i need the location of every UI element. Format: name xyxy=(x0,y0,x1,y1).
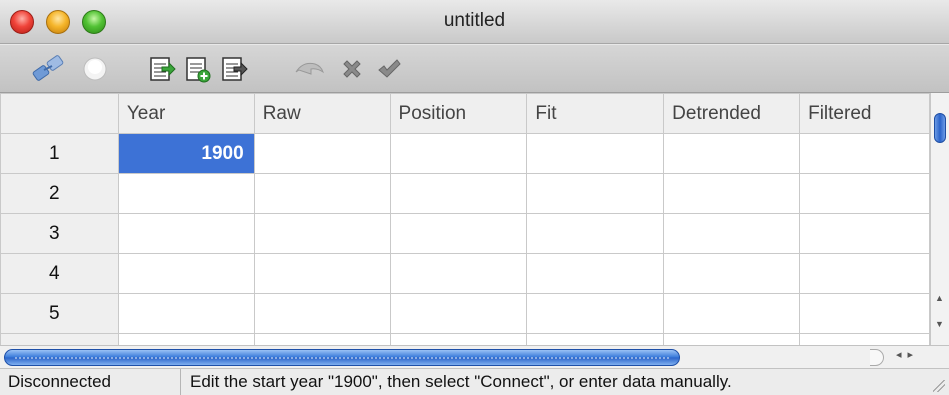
table-cell[interactable] xyxy=(389,293,528,334)
insert-row-icon xyxy=(148,55,176,83)
table-cell[interactable] xyxy=(663,333,801,345)
undo-button[interactable] xyxy=(292,55,326,83)
column-header-raw[interactable]: Raw xyxy=(253,93,391,134)
table-cell[interactable] xyxy=(799,213,930,254)
table-cell[interactable] xyxy=(117,213,255,254)
row-header[interactable]: 5 xyxy=(0,293,119,334)
table-cell[interactable] xyxy=(253,133,391,174)
horizontal-scroll-thumb[interactable] xyxy=(4,349,680,366)
connect-button[interactable] xyxy=(30,51,68,87)
table-cell[interactable] xyxy=(253,293,391,334)
add-row-button[interactable] xyxy=(182,53,214,85)
toolbar xyxy=(0,45,949,93)
column-header-year[interactable]: Year xyxy=(117,93,255,134)
row-header[interactable]: 2 xyxy=(0,173,119,214)
resize-grip-icon[interactable] xyxy=(933,380,945,392)
table-cell[interactable] xyxy=(526,253,665,294)
row-header[interactable]: 6 xyxy=(0,333,119,345)
vertical-scrollbar[interactable]: ▲ ▼ xyxy=(930,93,949,345)
status-divider xyxy=(180,369,181,395)
status-indicator xyxy=(80,54,110,84)
table-cell[interactable] xyxy=(526,173,665,214)
table-row: 4 xyxy=(0,253,930,294)
insert-row-button[interactable] xyxy=(146,53,178,85)
status-message: Edit the start year "1900", then select … xyxy=(190,372,732,391)
table-row: 5 xyxy=(0,293,930,334)
table-row: 6 xyxy=(0,333,930,345)
table-cell[interactable] xyxy=(799,253,930,294)
cancel-button[interactable] xyxy=(338,55,366,83)
table-cell[interactable] xyxy=(253,213,391,254)
table-cell[interactable] xyxy=(663,253,801,294)
table-cell[interactable] xyxy=(799,333,930,345)
scroll-left-right-arrows-icon[interactable]: ◂▸ xyxy=(896,348,919,361)
row-header[interactable]: 4 xyxy=(0,253,119,294)
scroll-up-arrow-icon[interactable]: ▲ xyxy=(935,293,944,303)
table-cell[interactable] xyxy=(117,293,255,334)
delete-row-icon xyxy=(220,55,248,83)
table-row: 1 1900 xyxy=(0,133,930,174)
title-bar: untitled xyxy=(0,0,949,44)
table-cell[interactable] xyxy=(253,173,391,214)
table-row: 2 xyxy=(0,173,930,214)
status-bar: Disconnected Edit the start year "1900",… xyxy=(0,369,949,395)
table-cell[interactable] xyxy=(526,293,665,334)
row-header[interactable]: 1 xyxy=(0,133,119,174)
status-light-icon xyxy=(82,56,108,82)
table-cell[interactable] xyxy=(663,133,801,174)
column-header-detrended[interactable]: Detrended xyxy=(663,93,801,134)
table-cell[interactable] xyxy=(389,253,528,294)
table-cell[interactable] xyxy=(663,293,801,334)
table-cell[interactable] xyxy=(117,253,255,294)
data-grid: Year Raw Position Fit Detrended Filtered… xyxy=(0,93,930,345)
accept-button[interactable] xyxy=(374,55,404,83)
column-header-fit[interactable]: Fit xyxy=(526,93,665,134)
table-cell[interactable] xyxy=(799,173,930,214)
table-cell[interactable] xyxy=(799,293,930,334)
table-cell[interactable] xyxy=(663,173,801,214)
scroll-down-arrow-icon[interactable]: ▼ xyxy=(935,319,944,329)
table-cell[interactable] xyxy=(799,133,930,174)
row-header[interactable]: 3 xyxy=(0,213,119,254)
table-cell[interactable] xyxy=(526,333,665,345)
table-cell[interactable] xyxy=(253,333,391,345)
table-cell[interactable] xyxy=(117,333,255,345)
plug-icon xyxy=(32,54,66,84)
app-window: untitled Year Raw Position Fit Detrended… xyxy=(0,0,949,395)
horizontal-scrollbar[interactable]: ◂▸ xyxy=(0,345,949,369)
vertical-scroll-thumb[interactable] xyxy=(934,113,946,143)
x-icon xyxy=(340,57,364,81)
add-row-icon xyxy=(184,55,212,83)
column-header-position[interactable]: Position xyxy=(389,93,528,134)
delete-row-button[interactable] xyxy=(218,53,250,85)
table-cell[interactable] xyxy=(253,253,391,294)
table-row: 3 xyxy=(0,213,930,254)
corner-cell[interactable] xyxy=(0,93,119,134)
table-cell-year-selected[interactable]: 1900 xyxy=(117,133,255,174)
table-cell[interactable] xyxy=(117,173,255,214)
table-cell[interactable] xyxy=(663,213,801,254)
window-title: untitled xyxy=(443,10,506,31)
column-header-filtered[interactable]: Filtered xyxy=(799,93,930,134)
checkmark-icon xyxy=(376,57,402,81)
table-cell[interactable] xyxy=(389,173,528,214)
table-cell[interactable] xyxy=(389,333,528,345)
connection-status: Disconnected xyxy=(8,372,112,391)
table-cell[interactable] xyxy=(526,133,665,174)
undo-icon xyxy=(293,58,325,80)
table-cell[interactable] xyxy=(389,213,528,254)
table-cell[interactable] xyxy=(526,213,665,254)
data-table: Year Raw Position Fit Detrended Filtered… xyxy=(0,93,930,345)
table-cell[interactable] xyxy=(389,133,528,174)
scroll-track-end xyxy=(870,349,884,366)
